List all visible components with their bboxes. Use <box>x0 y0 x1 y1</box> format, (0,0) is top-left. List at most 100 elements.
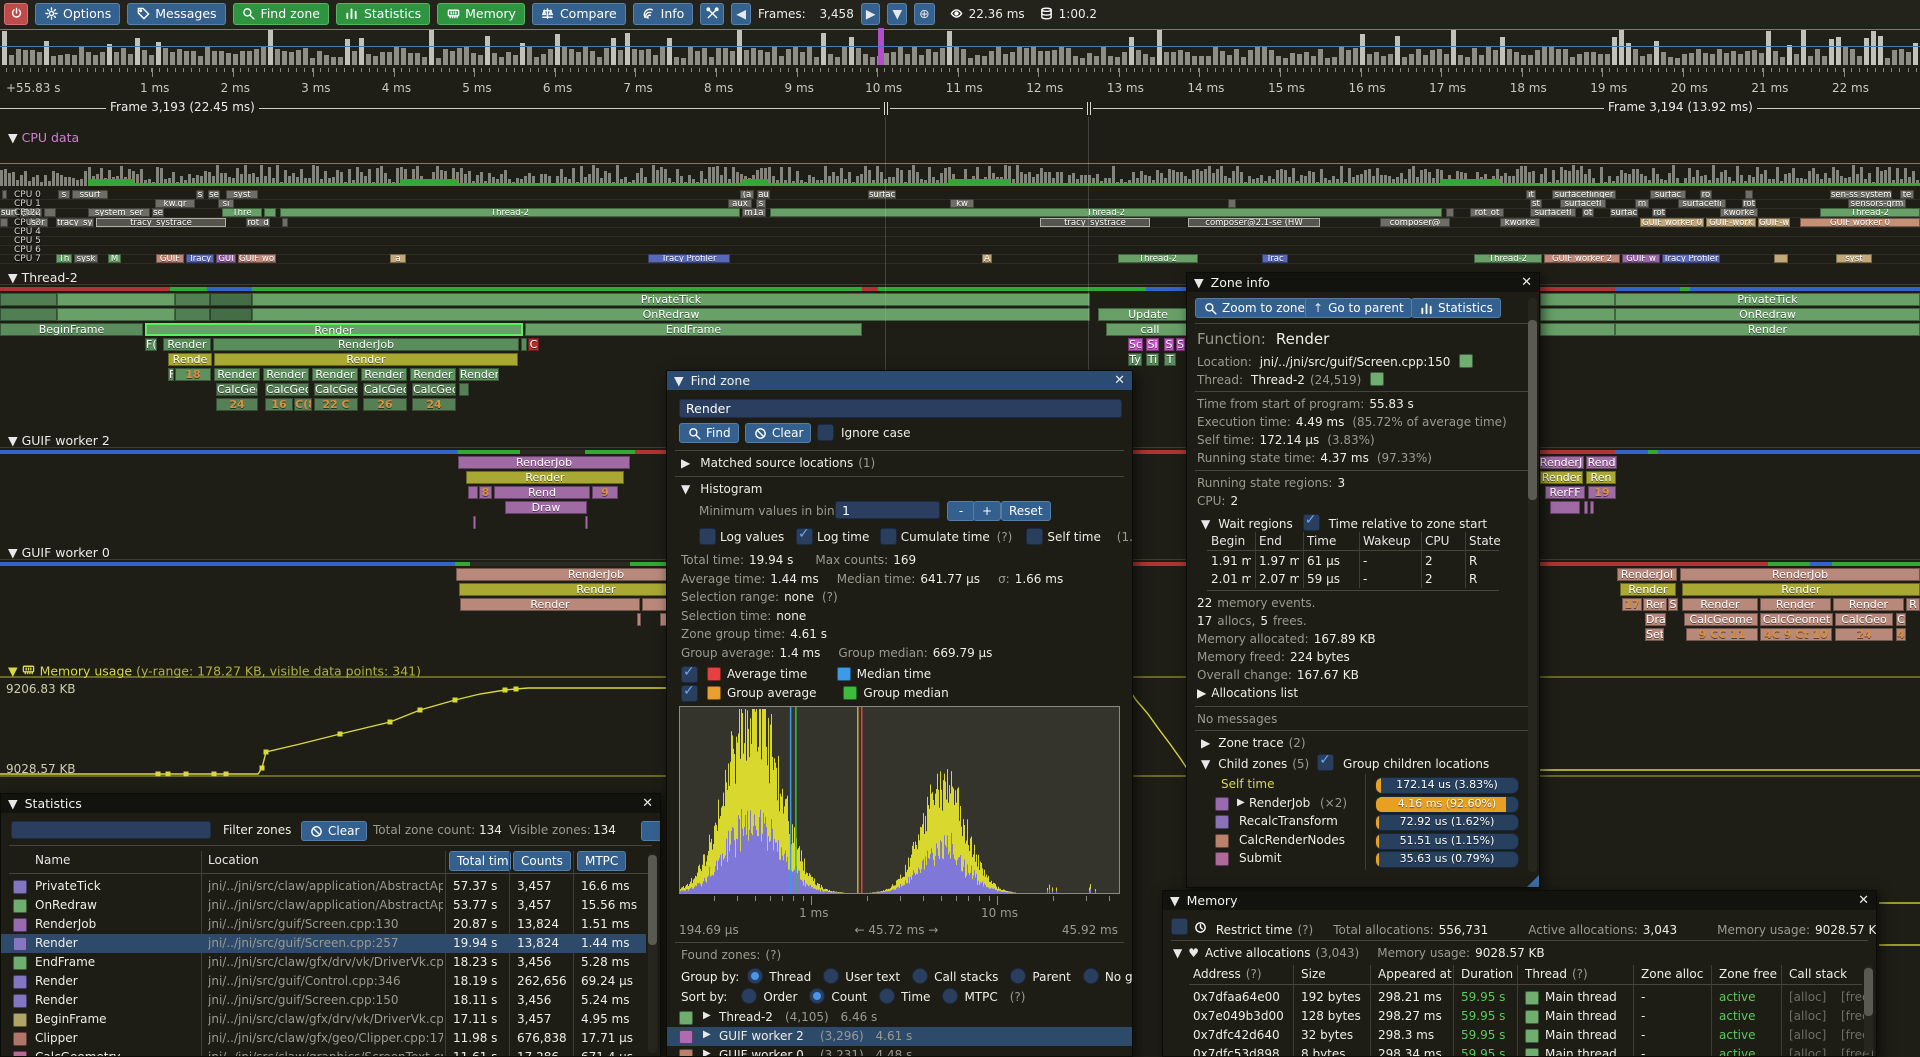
timeline-zone[interactable]: F <box>168 368 174 381</box>
timeline-zone[interactable]: Render <box>1682 583 1920 596</box>
cpu-zone[interactable]: surfacefli <box>1678 199 1726 208</box>
timeline-zone[interactable] <box>585 516 588 529</box>
cpu-zone[interactable]: m1a <box>742 208 766 217</box>
cpu-zone[interactable]: surfacefl <box>1530 208 1576 217</box>
timeline-zone[interactable]: Render <box>163 338 211 351</box>
cpu-zone[interactable]: GUIF <box>156 254 184 263</box>
radio-group-user-text[interactable] <box>823 968 839 984</box>
timeline-zone[interactable] <box>473 516 476 529</box>
timeline-zone[interactable]: 24 <box>1835 628 1893 641</box>
ignore-case-checkbox[interactable] <box>817 424 834 441</box>
min-bin-input[interactable] <box>835 501 940 519</box>
timeline-zone[interactable]: Render <box>410 368 456 381</box>
time-relative-checkbox[interactable] <box>1303 514 1320 531</box>
timeline-zone[interactable] <box>1590 501 1594 514</box>
timeline-zone[interactable] <box>0 293 57 306</box>
memory-button[interactable]: Memory <box>437 3 525 25</box>
info-button[interactable]: Info <box>633 3 694 25</box>
cpu-zone[interactable]: kworke <box>1720 208 1758 217</box>
checkbox-log-values[interactable] <box>699 528 716 545</box>
frame-overview-strip[interactable] <box>0 27 1920 68</box>
timeline-zone[interactable] <box>459 383 469 396</box>
collapse-icon[interactable]: ▼ <box>1194 275 1204 290</box>
table-row[interactable]: OnRedrawjni/../jni/src/claw/application/… <box>1 896 646 915</box>
timeline-zone[interactable] <box>521 338 527 351</box>
timeline-zone[interactable]: Dra <box>1645 613 1666 626</box>
tools-button[interactable] <box>700 3 724 25</box>
timeline-zone[interactable]: C <box>1896 613 1906 626</box>
cpu-data-section-label[interactable]: ▼ CPU data <box>8 130 79 145</box>
timeline-zone[interactable]: Render <box>214 353 518 366</box>
cpu-zone[interactable]: GUIF-work <box>1706 218 1756 227</box>
timeline-zone[interactable]: Set <box>1645 628 1664 641</box>
close-icon[interactable]: ✕ <box>1858 893 1869 908</box>
cpu-zone[interactable]: Thread-2 <box>280 208 740 217</box>
memory-column-header[interactable]: Duration <box>1461 967 1518 981</box>
child-zone-row[interactable]: Submit35.63 us (0.79%) <box>1187 850 1527 868</box>
zoom-to-zone-button[interactable]: Zoom to zone <box>1195 298 1313 318</box>
radio-sort-time[interactable] <box>879 988 895 1004</box>
allocation-row[interactable]: 0x7dfaa64e00192 bytes298.21 ms59.95 sMai… <box>1163 988 1863 1007</box>
timeline-zone[interactable]: 26 <box>363 398 407 411</box>
cpu-zone[interactable]: s <box>756 199 766 208</box>
memory-column-header[interactable]: Call stack <box>1789 967 1852 981</box>
cpu-zone[interactable]: GUIF worker 0 <box>1640 218 1704 227</box>
find-button[interactable]: Find <box>679 423 739 443</box>
go-to-parent-button[interactable]: ↑Go to parent <box>1305 298 1412 318</box>
find-zone-search-input[interactable] <box>679 399 1122 418</box>
cpu-zone[interactable]: GUIF worker 2 <box>1544 254 1620 263</box>
cpu-zone[interactable]: sensors-grm <box>1848 199 1906 208</box>
statistics-titlebar[interactable]: ▼ Statistics ✕ <box>1 794 660 813</box>
cpu-zone[interactable]: syst <box>226 190 258 199</box>
timeline-zone[interactable]: Ren <box>1586 471 1616 484</box>
close-icon[interactable]: ✕ <box>1521 275 1532 290</box>
timeline-zone[interactable]: Rend <box>494 486 590 499</box>
cpu-zone[interactable]: ro <box>1700 190 1712 199</box>
timeline-zone[interactable]: Render <box>1760 598 1831 611</box>
cpu-zone[interactable]: GUIF worker 0 <box>1800 218 1920 227</box>
timeline-zone[interactable]: Render <box>312 368 358 381</box>
radio-group-thread[interactable] <box>747 968 763 984</box>
found-zone-group[interactable]: ▶GUIF worker 0(3,231)4.48 s <box>667 1046 1133 1057</box>
cpu-zone[interactable]: sysk <box>74 254 98 263</box>
find-zone-titlebar[interactable]: ▼ Find zone ✕ <box>667 371 1132 390</box>
timeline-zone[interactable]: CalcGeor <box>314 383 358 396</box>
child-zone-row[interactable]: Self time172.14 us (3.83%) <box>1187 776 1527 794</box>
timeline-zone[interactable]: 24 <box>216 398 258 411</box>
cpu-zone[interactable]: surfaceflinger <box>1552 190 1616 199</box>
cpu-zone[interactable] <box>1745 190 1753 199</box>
timeline-zone[interactable] <box>210 308 252 321</box>
allocation-row[interactable]: 0x7e049b3d00128 bytes298.27 ms59.95 sMai… <box>1163 1007 1863 1026</box>
cpu-zone[interactable]: sen-ss system_s <box>1830 190 1892 199</box>
timeline-zone[interactable] <box>175 293 210 306</box>
timeline-zone[interactable]: BeginFrame <box>0 323 143 336</box>
resize-grip[interactable] <box>1526 875 1539 888</box>
found-zone-group[interactable]: ▶Thread-2(4,105)6.46 s <box>667 1008 1133 1027</box>
timeline-zone[interactable]: 19 <box>1588 486 1616 499</box>
allocation-row[interactable]: 0x7dfc53d8988 bytes298.34 ms59.95 sMain … <box>1163 1045 1863 1057</box>
cpu-zone[interactable]: kw.gr <box>155 199 195 208</box>
cpu-zone[interactable]: au <box>757 190 770 199</box>
timeline-zone[interactable]: CalcGeome <box>1684 613 1758 626</box>
timeline-zone[interactable]: CalcGeo <box>412 383 456 396</box>
filter-zones-input[interactable] <box>11 821 211 839</box>
timeline-zone[interactable]: RenderJob <box>1680 568 1920 581</box>
timeline-zone[interactable]: R <box>1906 598 1920 611</box>
child-zone-row[interactable]: RecalcTransform72.92 us (1.62%) <box>1187 813 1527 831</box>
checkbox-cumulate-time[interactable] <box>880 528 897 545</box>
close-icon[interactable]: ✕ <box>1114 373 1125 388</box>
next-frame-button[interactable]: ▶ <box>861 3 881 25</box>
messages-button[interactable]: Messages <box>127 3 225 25</box>
timeline-zone[interactable]: C(8 <box>294 398 312 411</box>
options-button[interactable]: Options <box>35 3 120 25</box>
table-row[interactable]: CalcGeometryjni/../jni/src/claw/graphics… <box>1 1048 646 1057</box>
timeline-zone[interactable]: OnRedraw <box>252 308 1090 321</box>
timeline-zone[interactable]: Rer <box>1643 598 1667 611</box>
cpu-zone[interactable]: tracy_systrace <box>1040 218 1150 227</box>
cpu-zone[interactable]: st <box>1530 199 1542 208</box>
cpu-zone[interactable]: rot_d <box>246 218 270 227</box>
cpu-zone[interactable]: si <box>218 199 234 208</box>
timeline-zone[interactable]: Render <box>1833 598 1904 611</box>
cpu-zone[interactable] <box>264 208 276 217</box>
cpu-zone[interactable]: kw <box>950 199 974 208</box>
